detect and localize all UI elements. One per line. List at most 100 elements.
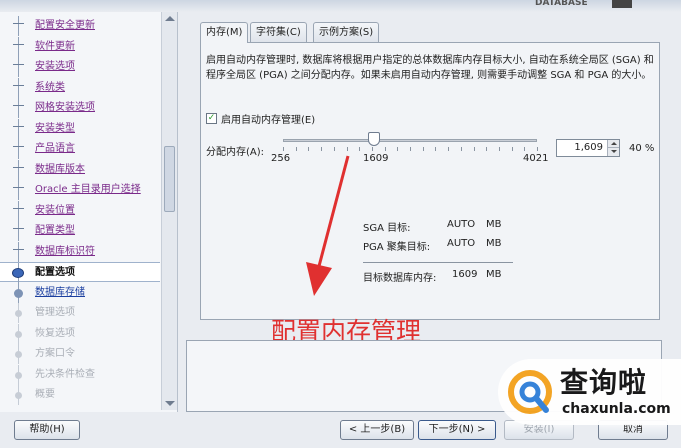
wizard-step-item[interactable]: 配置安全更新	[0, 16, 160, 36]
wizard-step-item[interactable]: 数据库标识符	[0, 241, 160, 262]
watermark: 查询啦 chaxunla.com	[498, 359, 681, 425]
slider-tick	[422, 147, 424, 151]
watermark-url-text: chaxunla.com	[562, 401, 671, 417]
wizard-step-label[interactable]: 产品语言	[35, 139, 75, 159]
memory-tab-panel: 启用自动内存管理时, 数据库将根据用户指定的总体数据库内存目标大小, 自动在系统…	[200, 42, 660, 320]
spinner-up-icon[interactable]	[607, 140, 619, 148]
wizard-step-item[interactable]: 配置选项	[0, 262, 160, 283]
slider-tick	[511, 147, 513, 151]
slider-tick	[486, 147, 488, 151]
wizard-step-item: 恢复选项	[0, 323, 160, 344]
tab-charset[interactable]: 字符集(C)	[250, 22, 307, 42]
annotation-arrow-icon	[306, 155, 350, 296]
slider-tick	[537, 147, 538, 151]
step-done-icon	[13, 187, 24, 193]
slider-tick	[524, 147, 526, 151]
wizard-step-label[interactable]: 安装选项	[35, 57, 75, 77]
slider-tick	[448, 147, 450, 151]
wizard-step-label: 先决条件检查	[35, 368, 95, 380]
slider-tick	[460, 147, 462, 151]
step-done-icon	[13, 125, 24, 132]
memory-slider-thumb[interactable]	[368, 132, 381, 146]
slider-max-label: 4021	[523, 153, 549, 164]
help-button[interactable]: 帮助(H)	[14, 420, 80, 440]
auto-memory-checkbox[interactable]: ✓	[206, 113, 217, 124]
auto-memory-checkbox-row[interactable]: ✓ 启用自动内存管理(E)	[206, 111, 315, 126]
step-done-icon	[13, 105, 24, 111]
step-pending-icon	[15, 330, 22, 338]
oracle-logo-text: DATABASE	[535, 0, 588, 8]
wizard-step-item[interactable]: 网格安装选项	[0, 98, 160, 118]
wizard-step-item[interactable]: 产品语言	[0, 139, 160, 159]
wizard-step-item[interactable]: 安装选项	[0, 57, 160, 77]
wizard-step-item: 概要	[0, 385, 160, 405]
wizard-step-item[interactable]: 配置类型	[0, 221, 160, 241]
scroll-down-arrow-icon[interactable]	[165, 401, 175, 406]
wizard-step-label[interactable]: 安装位置	[35, 201, 75, 221]
step-pending-icon	[15, 310, 22, 317]
pga-target-value: AUTO	[447, 238, 476, 249]
step-done-icon	[13, 228, 24, 234]
wizard-step-item[interactable]: 数据库存储	[0, 282, 160, 303]
pga-target-label: PGA 聚集目标:	[363, 242, 431, 253]
wizard-step-label[interactable]: 数据库存储	[35, 283, 85, 303]
sga-target-value: AUTO	[447, 219, 476, 230]
wizard-step-label[interactable]: 配置安全更新	[35, 16, 95, 36]
main-content: 内存(M) 字符集(C) 示例方案(S) 启用自动内存管理时, 数据库将根据用户…	[186, 12, 674, 336]
wizard-step-label[interactable]: 网格安装选项	[35, 98, 95, 118]
step-done-icon	[13, 84, 24, 91]
wizard-steps-panel: 配置安全更新 软件更新 安装选项 系统类 网格安装选项 安装类型 产品语言 数据库版本 Orac…	[0, 12, 178, 412]
alloc-memory-label: 分配内存(A):	[206, 147, 265, 158]
step-pending-icon	[15, 351, 22, 358]
slider-tick	[371, 147, 373, 151]
step-done-icon	[13, 43, 24, 50]
slider-tick	[410, 147, 411, 151]
spinner-down-icon[interactable]	[607, 148, 619, 156]
wizard-step-item: 方案口令	[0, 344, 160, 364]
step-done-icon	[13, 146, 24, 152]
pga-target-unit: MB	[486, 238, 502, 249]
memory-spinner-value[interactable]: 1,609	[574, 142, 603, 153]
wizard-step-label[interactable]: 软件更新	[35, 37, 75, 57]
wizard-step-item[interactable]: 系统类	[0, 77, 160, 98]
title-strip: DATABASE	[0, 0, 681, 12]
wizard-step-item[interactable]: Oracle 主目录用户选择	[0, 180, 160, 200]
memory-slider-track[interactable]	[283, 139, 537, 142]
memory-spinner[interactable]: 1,609	[556, 139, 620, 157]
scroll-thumb[interactable]	[164, 146, 175, 212]
slider-tick	[283, 147, 284, 151]
step-current-icon	[12, 268, 24, 278]
back-button[interactable]: < 上一步(B)	[340, 420, 414, 440]
step-pending-icon	[15, 371, 22, 379]
step-done-icon	[13, 207, 24, 214]
slider-tick	[397, 147, 399, 151]
sga-target-label: SGA 目标:	[363, 223, 411, 234]
next-button[interactable]: 下一步(N) >	[418, 420, 496, 440]
wizard-step-item[interactable]: 软件更新	[0, 36, 160, 57]
wizard-step-item[interactable]: 数据库版本	[0, 159, 160, 180]
slider-min-label: 256	[271, 153, 291, 164]
wizard-step-label[interactable]: 系统类	[35, 78, 65, 98]
tab-memory[interactable]: 内存(M)	[200, 22, 249, 43]
wizard-step-label[interactable]: 数据库版本	[35, 160, 85, 180]
steps-scrollbar[interactable]	[161, 12, 177, 410]
memory-description: 启用自动内存管理时, 数据库将根据用户指定的总体数据库内存目标大小, 自动在系统…	[206, 55, 654, 81]
wizard-step-label: 恢复选项	[35, 327, 75, 339]
wizard-step-item[interactable]: 安装类型	[0, 118, 160, 139]
wizard-step-label[interactable]: 安装类型	[35, 119, 75, 139]
wizard-step-label: 方案口令	[35, 348, 75, 359]
wizard-step-label[interactable]: 配置类型	[35, 221, 75, 241]
wizard-step-label[interactable]: 配置选项	[35, 263, 75, 283]
sga-target-unit: MB	[486, 219, 502, 230]
wizard-step-item[interactable]: 安装位置	[0, 200, 160, 221]
slider-tick	[384, 147, 386, 151]
step-done-icon	[13, 248, 24, 255]
scroll-up-arrow-icon[interactable]	[165, 16, 175, 21]
wizard-step-label[interactable]: 数据库标识符	[35, 242, 95, 262]
tab-sample-schemas[interactable]: 示例方案(S)	[313, 22, 380, 42]
slider-mid-label: 1609	[363, 153, 389, 164]
wizard-step-label: 概要	[35, 389, 55, 400]
wizard-step-label[interactable]: Oracle 主目录用户选择	[35, 180, 141, 200]
auto-memory-checkbox-label: 启用自动内存管理(E)	[221, 115, 316, 126]
step-done-icon	[13, 23, 24, 29]
